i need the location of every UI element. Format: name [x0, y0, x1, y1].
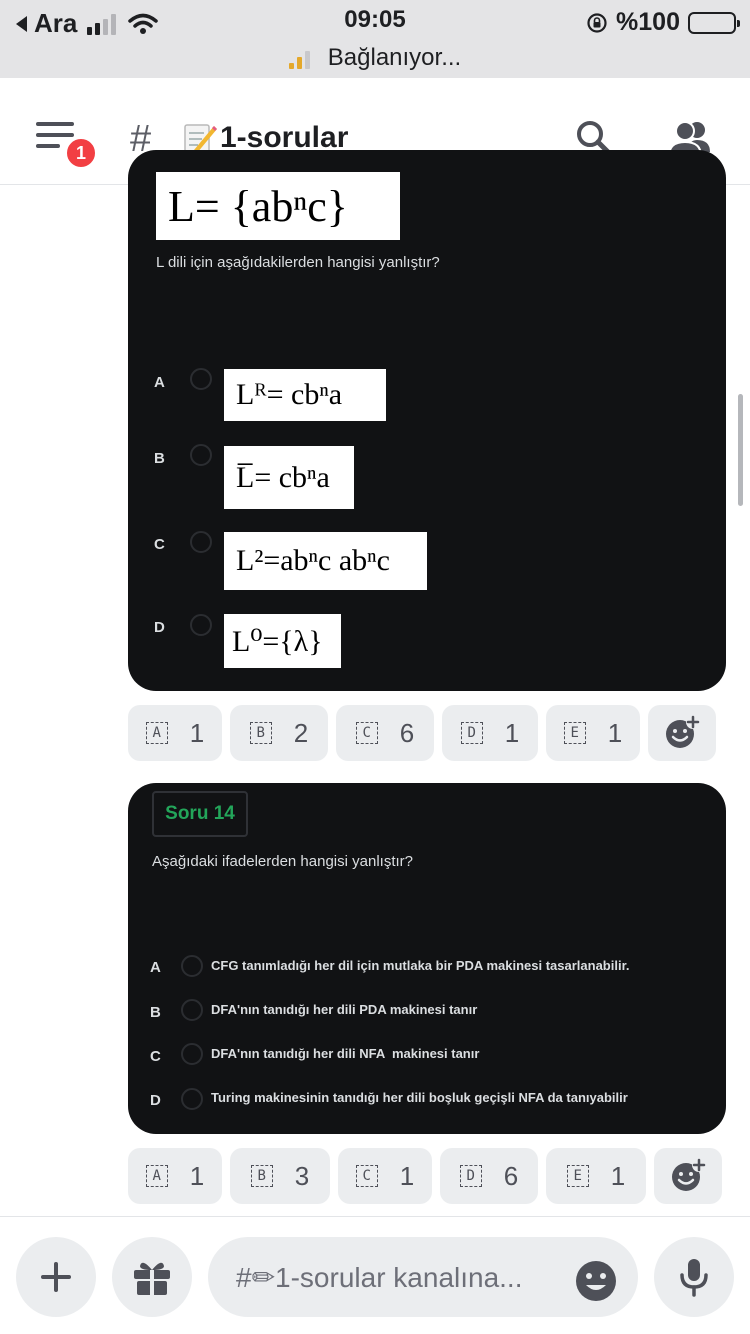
reaction-count: 1 — [607, 717, 623, 748]
option-radio-a[interactable] — [181, 955, 203, 977]
option-text-d: Turing makinesinin tanıdığı her dili boş… — [211, 1090, 628, 1105]
battery-percent: %100 — [616, 8, 680, 36]
reaction-a[interactable]: A1 — [128, 1148, 222, 1204]
reaction-c[interactable]: C6 — [336, 705, 434, 761]
reaction-e[interactable]: E1 — [546, 705, 640, 761]
language-formula-image: L= {abⁿc} — [156, 172, 400, 240]
regional-d-emoji-icon: D — [459, 1165, 482, 1187]
reaction-a[interactable]: A1 — [128, 705, 222, 761]
message-composer: #✏1-sorular kanalına... — [0, 1216, 750, 1334]
option-formula-b: L̅= cbⁿa — [224, 446, 354, 509]
reaction-count: 2 — [293, 717, 309, 748]
reaction-d[interactable]: D6 — [440, 1148, 538, 1204]
regional-b-emoji-icon: B — [250, 1165, 273, 1187]
battery-icon — [688, 11, 740, 34]
option-letter-b: B — [154, 450, 165, 467]
gift-button[interactable] — [112, 1237, 192, 1317]
connection-text: Bağlanıyor... — [327, 44, 462, 71]
status-bar: Ara 09:05 %100 Bağlanıyor... — [0, 0, 750, 78]
connection-status: Bağlanıyor... — [0, 44, 750, 72]
reaction-e[interactable]: E1 — [546, 1148, 646, 1204]
regional-a-emoji-icon: A — [145, 722, 168, 744]
option-radio-c[interactable] — [181, 1043, 203, 1065]
regional-e-emoji-icon: E — [566, 1165, 589, 1187]
question-card-14: Soru 14 Aşağıdaki ifadelerden hangisi ya… — [128, 783, 726, 1134]
reaction-b[interactable]: B3 — [230, 1148, 330, 1204]
option-formula-c: L²=abⁿc abⁿc — [224, 532, 427, 590]
option-radio-d[interactable] — [181, 1088, 203, 1110]
option-letter-a: A — [150, 959, 161, 976]
reaction-count: 6 — [503, 1160, 519, 1191]
question-number-tag: Soru 14 — [152, 791, 248, 837]
add-reaction-button[interactable] — [654, 1148, 722, 1204]
reaction-c[interactable]: C1 — [338, 1148, 432, 1204]
option-text-a: CFG tanımladığı her dil için mutlaka bir… — [211, 958, 630, 973]
regional-e-emoji-icon: E — [563, 722, 586, 744]
plus-icon — [41, 1262, 71, 1292]
reaction-count: 1 — [189, 717, 205, 748]
reaction-count: 1 — [399, 1160, 415, 1191]
attach-button[interactable] — [16, 1237, 96, 1317]
gift-icon — [134, 1262, 170, 1295]
regional-d-emoji-icon: D — [460, 722, 483, 744]
regional-c-emoji-icon: C — [355, 1165, 378, 1187]
option-letter-c: C — [150, 1048, 161, 1065]
option-formula-d: L⁰={λ} — [224, 614, 341, 668]
option-radio-a[interactable] — [190, 368, 212, 390]
question-card-13: L= {abⁿc} L dili için aşağıdakilerden ha… — [128, 150, 726, 691]
add-reaction-icon — [666, 715, 700, 748]
scrollbar[interactable] — [738, 394, 743, 506]
option-radio-c[interactable] — [190, 531, 212, 553]
voice-message-button[interactable] — [654, 1237, 734, 1317]
notification-badge: 1 — [64, 136, 98, 170]
option-formula-a: Lᴿ= cbⁿa — [224, 369, 386, 421]
regional-a-emoji-icon: A — [145, 1165, 168, 1187]
regional-c-emoji-icon: C — [355, 722, 378, 744]
regional-b-emoji-icon: B — [249, 722, 272, 744]
reaction-count: 1 — [610, 1160, 626, 1191]
emoji-icon — [576, 1261, 616, 1301]
reaction-count: 3 — [294, 1160, 310, 1191]
reaction-b[interactable]: B2 — [230, 705, 328, 761]
option-letter-b: B — [150, 1004, 161, 1021]
message-input-placeholder: #✏1-sorular kanalına... — [236, 1261, 523, 1293]
reaction-bar-2: A1 B3 C1 D6 E1 — [128, 1148, 722, 1204]
option-letter-a: A — [154, 374, 165, 391]
option-letter-d: D — [154, 619, 165, 636]
question-text: Aşağıdaki ifadelerden hangisi yanlıştır? — [152, 853, 413, 870]
reaction-d[interactable]: D1 — [442, 705, 538, 761]
add-reaction-button[interactable] — [648, 705, 716, 761]
reaction-bar-1: A1 B2 C6 D1 E1 — [128, 705, 716, 761]
option-letter-c: C — [154, 536, 165, 553]
reaction-count: 1 — [504, 717, 520, 748]
add-reaction-icon — [672, 1158, 706, 1191]
reaction-count: 1 — [189, 1160, 205, 1191]
rotation-lock-icon — [587, 12, 607, 33]
emoji-button[interactable] — [574, 1259, 618, 1308]
option-text-b: DFA'nın tanıdığı her dili PDA makinesi t… — [211, 1002, 478, 1017]
option-letter-d: D — [150, 1092, 161, 1109]
option-text-c: DFA'nın tanıdığı her dili NFA makinesi t… — [211, 1046, 480, 1061]
status-right: %100 — [586, 8, 740, 37]
option-radio-d[interactable] — [190, 614, 212, 636]
option-radio-b[interactable] — [181, 999, 203, 1021]
reaction-count: 6 — [399, 717, 415, 748]
microphone-icon — [680, 1259, 708, 1297]
question-text: L dili için aşağıdakilerden hangisi yanl… — [156, 254, 440, 271]
option-radio-b[interactable] — [190, 444, 212, 466]
weak-signal-icon — [288, 47, 310, 69]
